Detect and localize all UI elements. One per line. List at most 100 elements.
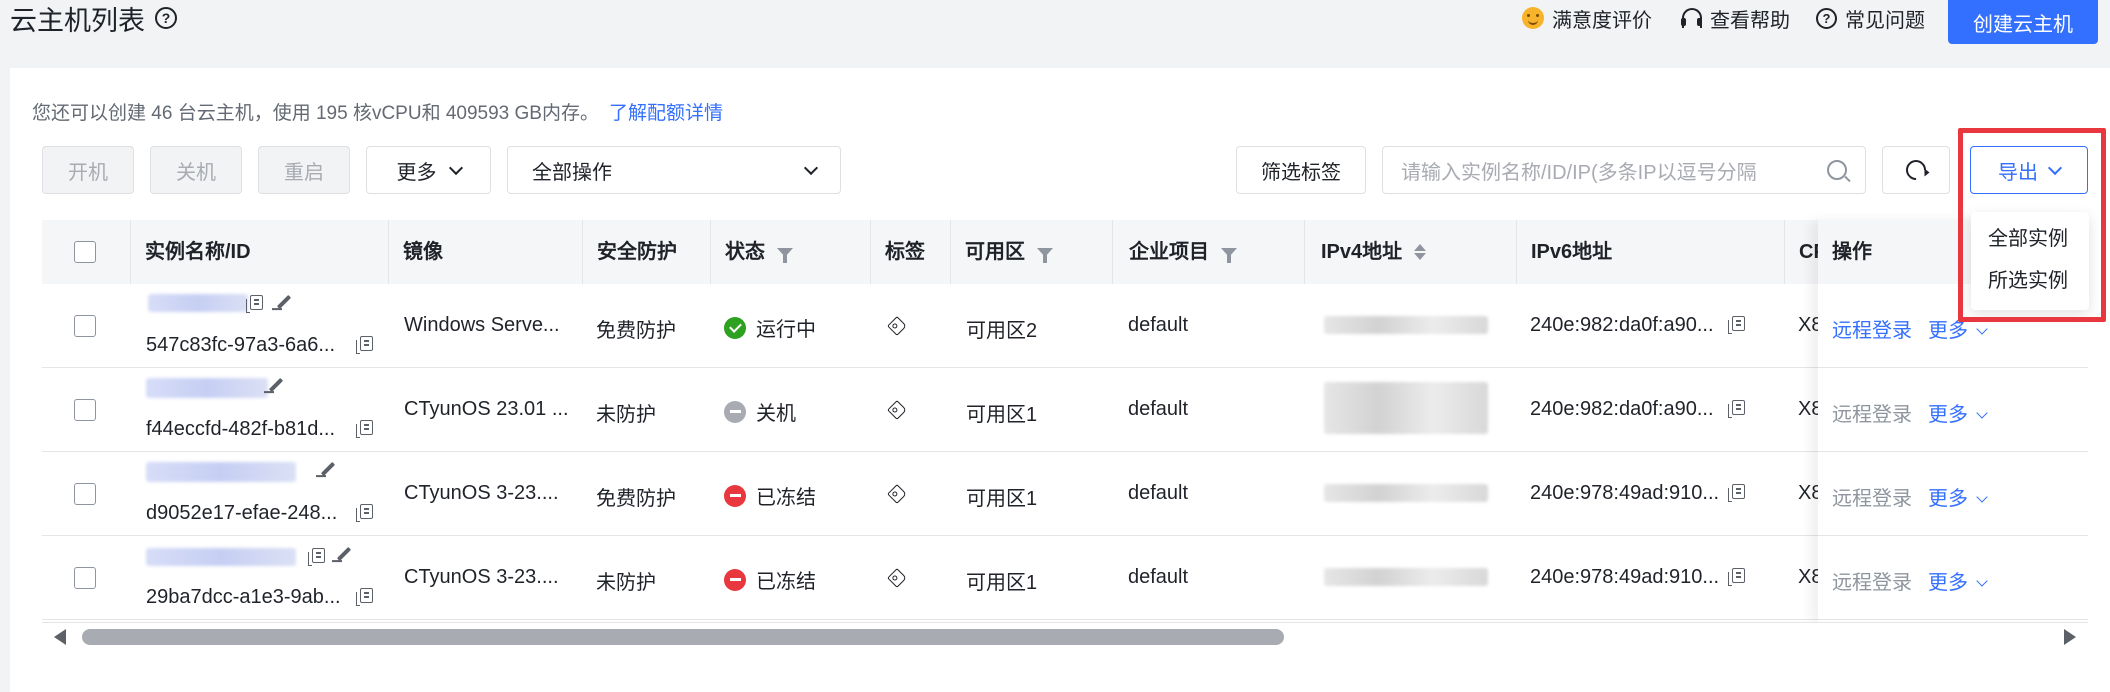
row-checkbox[interactable] [74,567,96,589]
copy-icon[interactable] [1728,400,1745,418]
ipv4-redacted [1324,484,1488,502]
copy-icon[interactable] [356,336,373,354]
power-on-button[interactable]: 开机 [42,146,134,194]
export-dropdown[interactable]: 导出 [1970,146,2088,194]
edit-icon[interactable] [336,546,352,562]
export-menu: 全部实例 所选实例 [1971,212,2089,310]
security-status: 免费防护 [596,320,676,342]
more-ops-dropdown[interactable]: 更多 [1928,398,1988,427]
power-off-button[interactable]: 关机 [150,146,242,194]
search-placeholder: 请输入实例名称/ID/IP(多条IP以逗号分隔 [1401,161,1757,184]
table-row: 29ba7dcc-a1e3-9ab... CTyunOS 3-23.... 未防… [42,536,2088,620]
refresh-button[interactable] [1882,146,1950,194]
copy-icon[interactable] [356,420,373,438]
more-ops-dropdown[interactable]: 更多 [1928,566,1988,595]
copy-icon[interactable] [1728,568,1745,586]
copy-icon[interactable] [1728,484,1745,502]
faq-link[interactable]: ? 常见问题 [1816,0,1925,36]
image-name: CTyunOS 3-23.... [404,482,559,504]
col-name-label: 实例名称/ID [145,241,251,263]
filter-icon[interactable] [777,247,793,263]
col-tag: 标签 [870,220,925,284]
ipv6-address: 240e:982:da0f:a90... [1530,314,1714,336]
project: default [1128,314,1189,336]
satisfaction-link[interactable]: 满意度评价 [1522,0,1652,36]
sort-icon[interactable] [1414,244,1427,260]
col-project: 企业项目 [1112,220,1237,284]
col-zone-label: 可用区 [965,241,1025,263]
ipv4-redacted [1324,316,1488,334]
more-dropdown[interactable]: 更多 [366,146,491,194]
tag-icon[interactable] [887,484,907,504]
tag-icon[interactable] [887,568,907,588]
chevron-down-icon [2047,160,2063,175]
chevron-down-icon [1976,575,1988,587]
chevron-down-icon [803,160,819,175]
row-checkbox[interactable] [74,315,96,337]
help-label: 查看帮助 [1710,9,1790,32]
scroll-left-icon[interactable] [54,629,66,645]
select-all-checkbox[interactable] [74,241,96,263]
more-label: 更多 [396,161,437,184]
more-ops-dropdown[interactable]: 更多 [1928,314,1988,343]
stopped-status-icon [724,400,746,423]
remote-login-link[interactable]: 远程登录 [1832,314,1912,343]
filter-tags-button[interactable]: 筛选标签 [1236,146,1366,194]
export-all-instances[interactable]: 全部实例 [1971,218,2089,260]
row-checkbox[interactable] [74,483,96,505]
search-icon[interactable] [1827,160,1847,180]
copy-icon[interactable] [356,504,373,522]
smile-icon [1522,7,1544,29]
more-ops-dropdown[interactable]: 更多 [1928,482,1988,511]
page-title-text: 云主机列表 [10,5,145,36]
reboot-button[interactable]: 重启 [258,146,350,194]
tag-icon[interactable] [887,400,907,420]
export-label: 导出 [1998,161,2038,184]
security-status: 未防护 [596,572,656,594]
quota-detail-link[interactable]: 了解配额详情 [609,103,723,124]
copy-icon[interactable] [308,548,325,566]
filter-icon[interactable] [1037,247,1053,263]
zone: 可用区1 [966,572,1038,594]
quota-text: 您还可以创建 46 台云主机，使用 195 核vCPU和 409593 GB内存… [32,103,599,124]
export-selected-instances[interactable]: 所选实例 [1971,260,2089,302]
horizontal-scrollbar[interactable] [42,622,2088,650]
remote-login-link[interactable]: 远程登录 [1832,566,1912,595]
tag-icon[interactable] [887,316,907,336]
zone: 可用区1 [966,404,1038,426]
more-ops-label: 更多 [1928,404,1968,426]
all-ops-select[interactable]: 全部操作 [507,146,841,194]
security-status: 未防护 [596,404,656,426]
instance-name-redacted [146,378,268,398]
zone: 可用区1 [966,488,1038,510]
all-ops-label: 全部操作 [532,161,612,184]
image-name: Windows Serve... [404,314,560,336]
search-input[interactable]: 请输入实例名称/ID/IP(多条IP以逗号分隔 [1382,146,1866,194]
copy-icon[interactable] [356,588,373,606]
table-row: f44eccfd-482f-b81d... CTyunOS 23.01 ... … [42,368,2088,452]
ops-row: 远程登录 更多 [1818,536,2088,620]
remote-login-link[interactable]: 远程登录 [1832,482,1912,511]
ops-row: 远程登录 更多 [1818,452,2088,536]
scroll-right-icon[interactable] [2064,629,2076,645]
edit-icon[interactable] [276,294,292,310]
image-name: CTyunOS 3-23.... [404,566,559,588]
row-checkbox[interactable] [74,399,96,421]
copy-icon[interactable] [1728,316,1745,334]
create-instance-button[interactable]: 创建云主机 [1948,0,2098,44]
help-circle-icon[interactable]: ? [155,7,177,29]
instance-id: d9052e17-efae-248... [146,502,338,524]
ipv6-address: 240e:978:49ad:910... [1530,566,1720,588]
help-link[interactable]: 查看帮助 [1681,0,1790,36]
instance-name-redacted [148,294,248,312]
copy-icon[interactable] [246,295,263,313]
scrollbar-thumb[interactable] [82,629,1284,645]
col-tag-label: 标签 [885,241,925,263]
edit-icon[interactable] [268,377,284,393]
col-ipv6-label: IPv6地址 [1531,241,1613,263]
filter-icon[interactable] [1221,247,1237,263]
instance-id: 547c83fc-97a3-6a6... [146,334,336,356]
edit-icon[interactable] [320,461,336,477]
remote-login-link[interactable]: 远程登录 [1832,398,1912,427]
ipv4-redacted [1324,568,1488,586]
